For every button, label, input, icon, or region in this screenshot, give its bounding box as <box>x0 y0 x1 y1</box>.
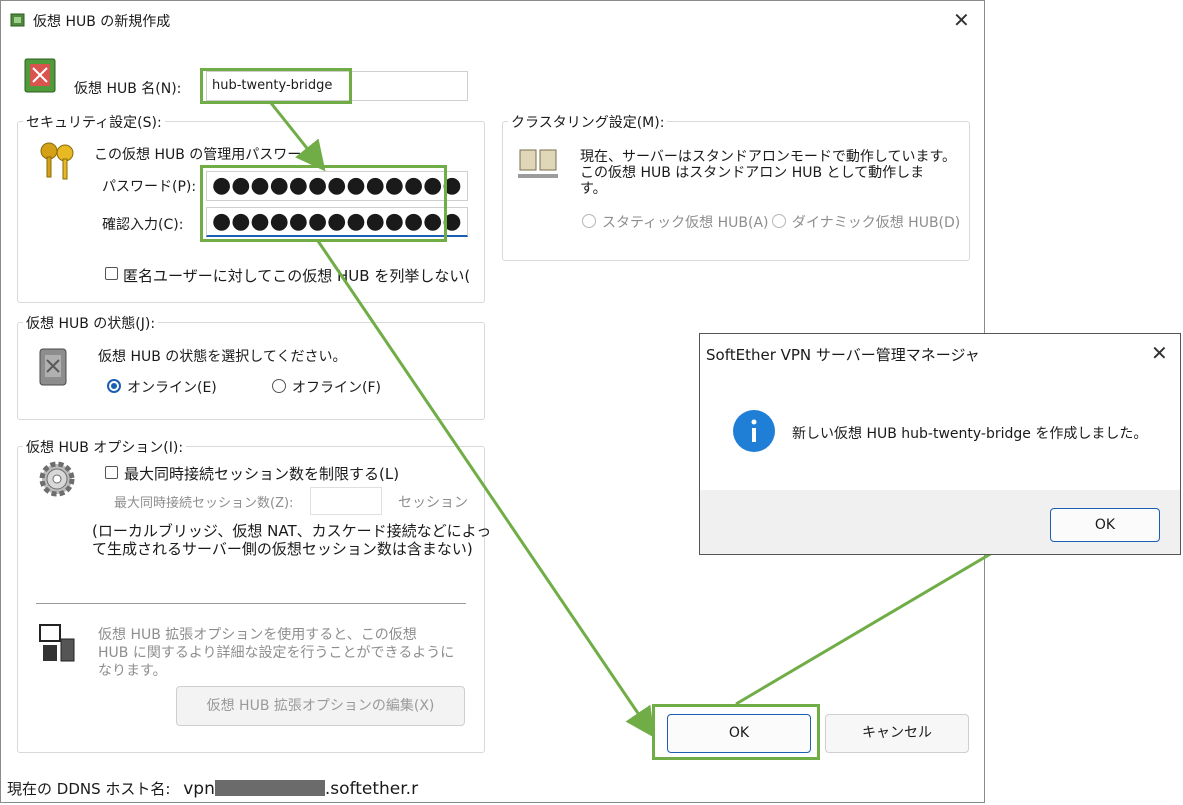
dialog-title: SoftEther VPN サーバー管理マネージャ <box>706 346 980 364</box>
dialog-close-icon[interactable]: ✕ <box>1151 343 1168 363</box>
arrow-password-to-ok <box>316 240 655 738</box>
message-dialog: SoftEther VPN サーバー管理マネージャ ✕ 新しい仮想 HUB hu… <box>699 333 1181 555</box>
info-icon <box>732 409 776 457</box>
arrow-name-to-password <box>269 102 326 172</box>
dialog-message: 新しい仮想 HUB hub-twenty-bridge を作成しました。 <box>792 426 1148 442</box>
dialog-ok-button[interactable]: OK <box>1050 508 1160 542</box>
